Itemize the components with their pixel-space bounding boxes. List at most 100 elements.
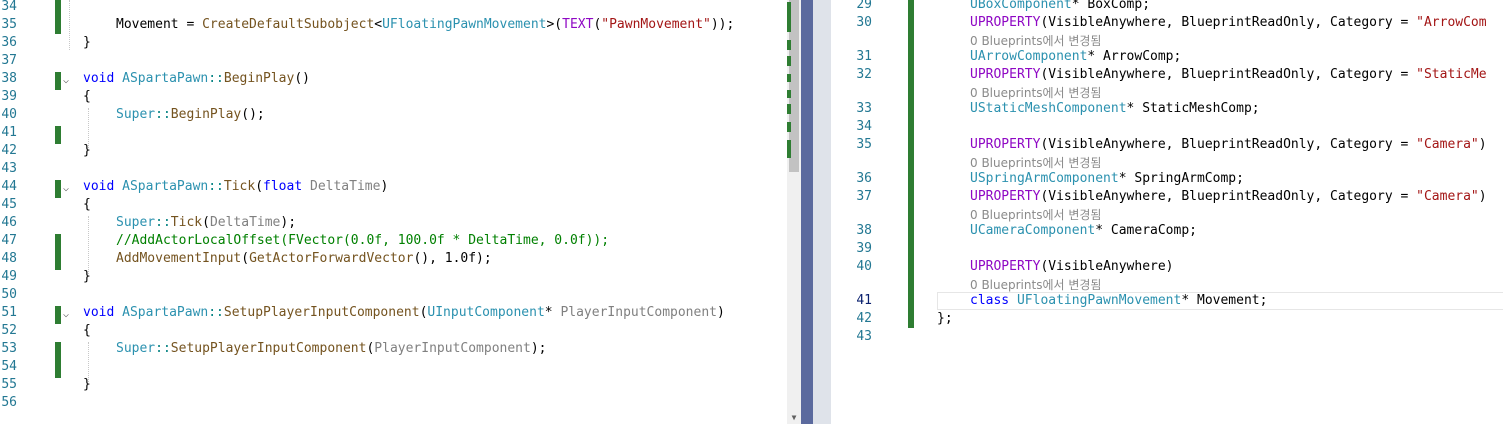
code-line[interactable]: 49} xyxy=(0,268,787,286)
code-token: AddMovementInput xyxy=(116,251,242,266)
code-line[interactable]: 36} xyxy=(0,34,787,52)
line-number: 35 xyxy=(856,137,872,152)
codelens-hint[interactable]: 0 Blueprints에서 변경됨 xyxy=(970,207,1101,223)
code-token: UInputComponent xyxy=(427,305,545,320)
code-line[interactable]: 43 xyxy=(0,160,787,178)
code-line[interactable]: 54 xyxy=(0,358,787,376)
scrollbar-change-marker xyxy=(787,40,791,50)
line-number: 54 xyxy=(1,359,17,374)
code-text: class UFloatingPawnMovement* Movement; xyxy=(970,292,1267,310)
code-token: )); xyxy=(710,17,735,32)
code-text: Super::Tick(DeltaTime); xyxy=(116,214,296,232)
code-line[interactable]: 40 Super::BeginPlay(); xyxy=(0,106,787,124)
code-token: { xyxy=(83,89,91,104)
code-line[interactable]: 31 UArrowComponent* ArrowComp; xyxy=(831,48,1503,66)
right-code-editor[interactable]: 29 UBoxComponent* BoxComp; 30 UPROPERTY(Vis… xyxy=(831,0,1503,424)
line-number: 38 xyxy=(856,223,872,238)
code-line[interactable]: 30 UPROPERTY(VisibleAnywhere, BlueprintRe… xyxy=(831,14,1503,32)
line-number: 49 xyxy=(1,269,17,284)
code-text: } xyxy=(83,142,91,160)
code-line[interactable]: 55} xyxy=(0,376,787,394)
code-token: Tick xyxy=(170,215,203,230)
code-line[interactable]: 38 void ASpartaPawn::BeginPlay() xyxy=(0,70,787,88)
codelens-hint[interactable]: 0 Blueprints에서 변경됨 xyxy=(970,277,1101,293)
line-number: 42 xyxy=(1,143,17,158)
code-line[interactable]: 38 UCameraComponent* CameraComp; xyxy=(831,222,1503,240)
code-text: UArrowComponent* ArrowComp; xyxy=(970,48,1181,66)
code-line[interactable]: 42}; xyxy=(831,310,1503,328)
code-token: float xyxy=(263,179,303,194)
code-token: UPROPERTY xyxy=(970,189,1041,204)
left-code-editor[interactable]: ⌵ ⌵ ⌵ 34 35 Movement = CreateDefaultSubobj… xyxy=(0,0,787,424)
split-divider[interactable] xyxy=(801,0,813,424)
code-text: void ASpartaPawn::SetupPlayerInputCompon… xyxy=(83,304,725,322)
code-token: } xyxy=(83,143,91,158)
code-line[interactable]: 47 //AddActorLocalOffset(FVector(0.0f, 10… xyxy=(0,232,787,250)
line-number: 35 xyxy=(1,17,17,32)
code-text: { xyxy=(83,196,91,214)
code-line[interactable]: 39 xyxy=(831,240,1503,258)
code-line[interactable]: 32 UPROPERTY(VisibleAnywhere, BlueprintRe… xyxy=(831,66,1503,84)
code-text: } xyxy=(83,34,91,52)
line-number: 39 xyxy=(1,89,17,104)
code-token: (VisibleAnywhere, BlueprintReadOnly, Cat… xyxy=(1040,137,1417,152)
scrollbar-change-marker xyxy=(787,90,791,98)
code-line[interactable]: 34 xyxy=(0,0,787,16)
codelens-hint[interactable]: 0 Blueprints에서 변경됨 xyxy=(970,155,1101,171)
code-token: UPROPERTY xyxy=(970,67,1041,82)
code-line[interactable]: 51 void ASpartaPawn::SetupPlayerInputComp… xyxy=(0,304,787,322)
code-token: * SpringArmComp; xyxy=(1118,171,1244,186)
line-number: 44 xyxy=(1,179,17,194)
code-line[interactable]: 48 AddMovementInput(GetActorForwardVector… xyxy=(0,250,787,268)
code-line[interactable]: 41 xyxy=(0,124,787,142)
code-line[interactable]: 50 xyxy=(0,286,787,304)
code-text: Super::BeginPlay(); xyxy=(116,106,265,124)
code-line[interactable]: 45 { xyxy=(0,196,787,214)
code-line[interactable]: 41 class UFloatingPawnMovement* Movement; xyxy=(831,292,1503,310)
code-line[interactable]: 34 xyxy=(831,118,1503,136)
code-token: "ArrowCom xyxy=(1416,15,1487,30)
scroll-down-arrow-icon[interactable]: ▼ xyxy=(788,412,800,424)
code-token: ) xyxy=(1478,189,1487,204)
line-number: 48 xyxy=(1,251,17,266)
line-number: 42 xyxy=(856,311,872,326)
code-token: (VisibleAnywhere) xyxy=(1040,259,1174,274)
code-line[interactable]: 37 UPROPERTY(VisibleAnywhere, BlueprintRe… xyxy=(831,188,1503,206)
code-line[interactable]: 53 Super::SetupPlayerInputComponent(Playe… xyxy=(0,340,787,358)
codelens-hint[interactable]: 0 Blueprints에서 변경됨 xyxy=(970,33,1101,49)
code-line[interactable]: 44 void ASpartaPawn::Tick(float DeltaTime… xyxy=(0,178,787,196)
code-line[interactable]: 36 USpringArmComponent* SpringArmComp; xyxy=(831,170,1503,188)
code-line[interactable]: 39 { xyxy=(0,88,787,106)
code-line[interactable]: 35 Movement = CreateDefaultSubobject<UFlo… xyxy=(0,16,787,34)
line-number: 53 xyxy=(1,341,17,356)
codelens-hint[interactable]: 0 Blueprints에서 변경됨 xyxy=(970,85,1101,101)
code-token: //AddActorLocalOffset(FVector(0.0f, 100.… xyxy=(116,233,610,248)
code-text: }; xyxy=(937,310,953,328)
code-text: } xyxy=(83,268,91,286)
code-token: PlayerInputComponent xyxy=(374,341,531,356)
code-line[interactable]: 33 UStaticMeshComponent* StaticMeshComp; xyxy=(831,100,1503,118)
code-line[interactable]: 43 xyxy=(831,328,1503,346)
line-number: 36 xyxy=(1,35,17,50)
code-line[interactable]: 35 UPROPERTY(VisibleAnywhere, BlueprintRe… xyxy=(831,136,1503,154)
code-token: :: xyxy=(155,107,171,122)
code-line[interactable]: 52 { xyxy=(0,322,787,340)
line-number: 33 xyxy=(856,101,872,116)
code-line[interactable]: 56 xyxy=(0,394,787,412)
code-line[interactable]: 40 UPROPERTY(VisibleAnywhere) xyxy=(831,258,1503,276)
code-line[interactable]: 42} xyxy=(0,142,787,160)
code-token: * CameraComp; xyxy=(1095,223,1197,238)
code-line[interactable]: 46 Super::Tick(DeltaTime); xyxy=(0,214,787,232)
code-token: class xyxy=(970,293,1010,308)
code-line[interactable]: 29 UBoxComponent* BoxComp; xyxy=(831,0,1503,14)
code-line[interactable]: 37 xyxy=(0,52,787,70)
code-token: :: xyxy=(208,305,224,320)
code-token: BeginPlay xyxy=(223,71,295,86)
line-number: 37 xyxy=(1,53,17,68)
code-token: * Movement; xyxy=(1181,293,1268,308)
code-token: UCameraComponent xyxy=(970,223,1096,238)
line-number: 34 xyxy=(1,0,17,14)
